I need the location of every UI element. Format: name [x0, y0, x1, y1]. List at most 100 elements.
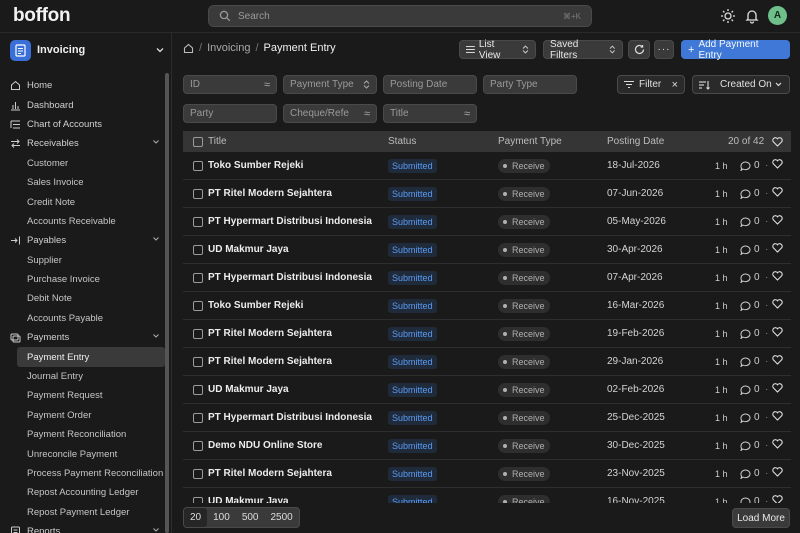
sidebar-item-payment-entry[interactable]: Payment Entry	[17, 347, 165, 367]
sidebar-item-home[interactable]: Home	[0, 76, 165, 95]
sidebar-item-process-payment-reconciliation[interactable]: Process Payment Reconciliation	[0, 464, 165, 483]
row-title[interactable]: PT Ritel Modern Sejahtera	[208, 468, 332, 479]
party-type-filter[interactable]: Party Type	[483, 75, 577, 94]
sidebar-item-reports[interactable]: Reports	[0, 522, 165, 533]
column-title[interactable]: Title	[208, 136, 227, 147]
row-comments[interactable]: 0	[740, 328, 760, 339]
app-logo[interactable]: boffon	[13, 5, 71, 27]
table-row[interactable]: UD Makmur Jaya Submitted Receive 30-Apr-202…	[183, 236, 791, 264]
page-size-100[interactable]: 100	[207, 508, 236, 527]
heart-icon[interactable]	[772, 495, 783, 503]
home-icon[interactable]	[183, 43, 194, 54]
row-title[interactable]: PT Ritel Modern Sejahtera	[208, 188, 332, 199]
row-title[interactable]: PT Hypermart Distribusi Indonesia	[208, 216, 372, 227]
sidebar-item-journal-entry[interactable]: Journal Entry	[0, 367, 165, 386]
row-title[interactable]: Toko Sumber Rejeki	[208, 160, 303, 171]
heart-icon[interactable]	[772, 243, 783, 256]
id-filter-field[interactable]: ID ≈	[183, 75, 277, 94]
row-comments[interactable]: 0	[740, 440, 760, 451]
sidebar-item-credit-note[interactable]: Credit Note	[0, 192, 165, 211]
refresh-button[interactable]	[628, 40, 650, 59]
sidebar-item-sales-invoice[interactable]: Sales Invoice	[0, 173, 165, 192]
heart-icon[interactable]	[772, 327, 783, 340]
heart-icon[interactable]	[772, 467, 783, 480]
row-title[interactable]: PT Ritel Modern Sejahtera	[208, 356, 332, 367]
row-checkbox[interactable]	[193, 384, 203, 395]
page-size-2500[interactable]: 2500	[265, 508, 299, 527]
row-comments[interactable]: 0	[740, 188, 760, 199]
row-checkbox[interactable]	[193, 496, 203, 503]
sidebar-item-accounts-receivable[interactable]: Accounts Receivable	[0, 212, 165, 231]
saved-filters-button[interactable]: Saved Filters	[543, 39, 623, 61]
row-checkbox[interactable]	[193, 412, 203, 423]
heart-icon[interactable]	[772, 159, 783, 172]
page-size-500[interactable]: 500	[236, 508, 265, 527]
sidebar-item-repost-accounting-ledger[interactable]: Repost Accounting Ledger	[0, 483, 165, 502]
module-switcher[interactable]: Invoicing	[10, 38, 165, 62]
row-checkbox[interactable]	[193, 272, 203, 283]
row-checkbox[interactable]	[193, 328, 203, 339]
sidebar-item-dashboard[interactable]: Dashboard	[0, 95, 165, 114]
row-comments[interactable]: 0	[740, 272, 760, 283]
row-title[interactable]: PT Hypermart Distribusi Indonesia	[208, 272, 372, 283]
sidebar-item-repost-payment-ledger[interactable]: Repost Payment Ledger	[0, 503, 165, 522]
row-title[interactable]: PT Ritel Modern Sejahtera	[208, 328, 332, 339]
heart-icon[interactable]	[772, 187, 783, 200]
sidebar-item-payment-order[interactable]: Payment Order	[0, 406, 165, 425]
table-row[interactable]: UD Makmur Jaya Submitted Receive 16-Nov-202…	[183, 488, 791, 503]
row-title[interactable]: PT Hypermart Distribusi Indonesia	[208, 412, 372, 423]
row-checkbox[interactable]	[193, 188, 203, 199]
heart-icon[interactable]	[772, 439, 783, 452]
sidebar-item-purchase-invoice[interactable]: Purchase Invoice	[0, 270, 165, 289]
row-comments[interactable]: 0	[740, 412, 760, 423]
row-title[interactable]: Demo NDU Online Store	[208, 440, 322, 451]
table-row[interactable]: PT Ritel Modern Sejahtera Submitted Receiv…	[183, 460, 791, 488]
row-comments[interactable]: 0	[740, 496, 760, 503]
column-payment-type[interactable]: Payment Type	[498, 136, 562, 147]
sidebar-item-payment-request[interactable]: Payment Request	[0, 386, 165, 405]
clear-filter-icon[interactable]: ×	[672, 79, 678, 91]
filter-button[interactable]: Filter ×	[617, 75, 685, 94]
avatar[interactable]: A	[768, 6, 787, 25]
heart-icon[interactable]	[772, 355, 783, 368]
list-view-button[interactable]: List View	[459, 39, 536, 61]
row-comments[interactable]: 0	[740, 356, 760, 367]
sidebar-item-customer[interactable]: Customer	[0, 154, 165, 173]
row-comments[interactable]: 0	[740, 300, 760, 311]
sidebar-item-unreconcile-payment[interactable]: Unreconcile Payment	[0, 444, 165, 463]
sidebar-item-payables[interactable]: Payables	[0, 231, 165, 250]
posting-date-filter[interactable]: Posting Date	[383, 75, 477, 94]
row-checkbox[interactable]	[193, 356, 203, 367]
heart-icon[interactable]	[772, 271, 783, 284]
row-comments[interactable]: 0	[740, 216, 760, 227]
row-title[interactable]: UD Makmur Jaya	[208, 244, 289, 255]
sidebar-item-debit-note[interactable]: Debit Note	[0, 289, 165, 308]
heart-icon[interactable]	[772, 383, 783, 396]
heart-icon[interactable]	[772, 411, 783, 424]
table-row[interactable]: PT Ritel Modern Sejahtera Submitted Receiv…	[183, 320, 791, 348]
payment-type-filter[interactable]: Payment Type	[283, 75, 377, 94]
column-posting-date[interactable]: Posting Date	[607, 136, 664, 147]
heart-icon[interactable]	[772, 215, 783, 228]
row-checkbox[interactable]	[193, 440, 203, 451]
row-title[interactable]: Toko Sumber Rejeki	[208, 300, 303, 311]
title-filter[interactable]: Title ≈	[383, 104, 477, 123]
row-comments[interactable]: 0	[740, 160, 760, 171]
load-more-button[interactable]: Load More	[732, 508, 790, 528]
row-comments[interactable]: 0	[740, 468, 760, 479]
heart-icon[interactable]	[772, 299, 783, 312]
table-row[interactable]: PT Ritel Modern Sejahtera Submitted Receiv…	[183, 348, 791, 376]
table-row[interactable]: Toko Sumber Rejeki Submitted Receive 18-Jul…	[183, 152, 791, 180]
page-size-20[interactable]: 20	[184, 508, 208, 527]
sun-icon[interactable]	[720, 8, 736, 24]
heart-icon[interactable]	[772, 136, 783, 147]
sidebar-item-receivables[interactable]: Receivables	[0, 134, 165, 153]
table-row[interactable]: Toko Sumber Rejeki Submitted Receive 16-Mar…	[183, 292, 791, 320]
row-checkbox[interactable]	[193, 300, 203, 311]
column-status[interactable]: Status	[388, 136, 416, 147]
sidebar-item-payments[interactable]: Payments	[0, 328, 165, 347]
sidebar-item-supplier[interactable]: Supplier	[0, 251, 165, 270]
add-payment-entry-button[interactable]: + Add Payment Entry	[681, 39, 790, 61]
table-row[interactable]: PT Hypermart Distribusi Indonesia Submitt…	[183, 264, 791, 292]
table-row[interactable]: PT Hypermart Distribusi Indonesia Submitt…	[183, 404, 791, 432]
